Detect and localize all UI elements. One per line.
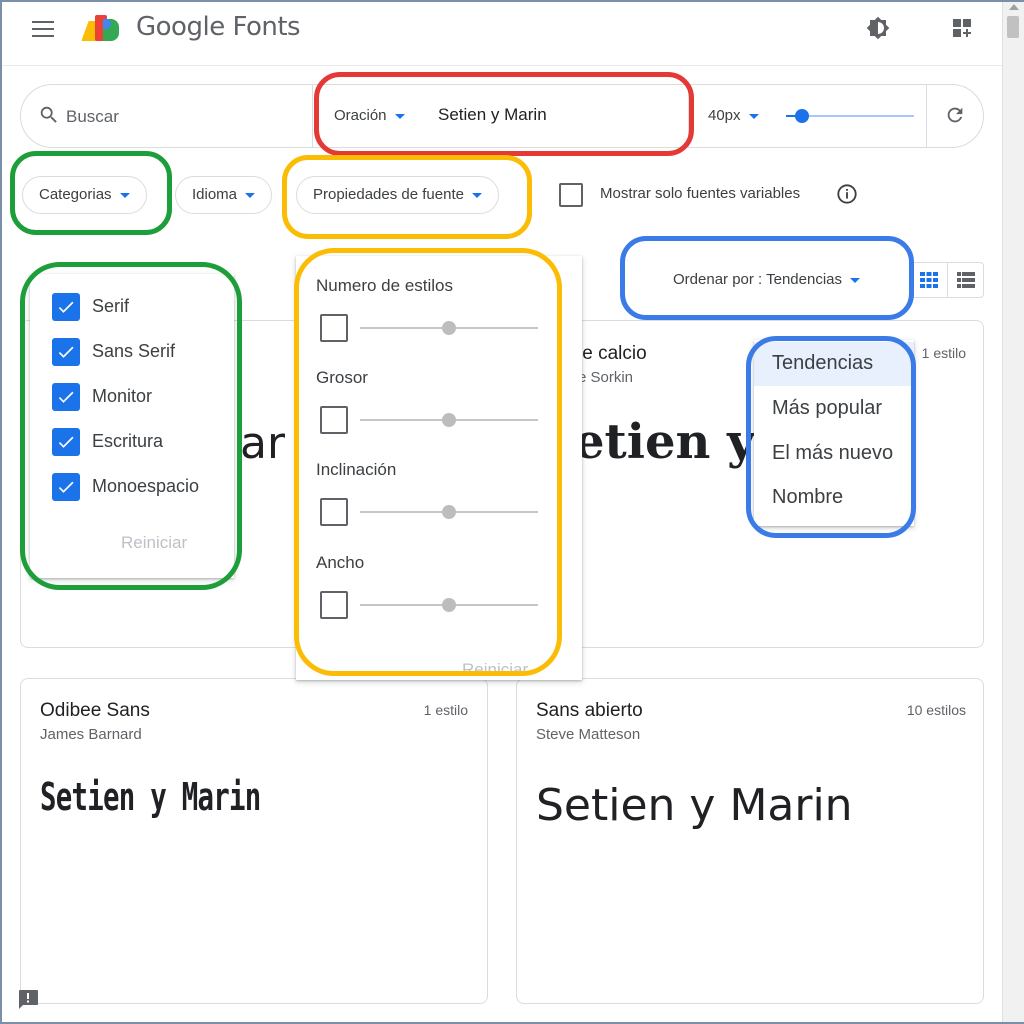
font-size-label: 40px <box>708 107 741 124</box>
category-option-monitor[interactable]: Monitor <box>52 383 232 411</box>
checkbox-checked-icon <box>52 293 80 321</box>
toolbar-divider <box>312 85 313 147</box>
font-card-preview: etien y A <box>574 414 754 470</box>
variable-fonts-checkbox[interactable] <box>559 183 583 207</box>
google-fonts-logo-icon <box>81 13 123 43</box>
font-card-author: Steve Matteson <box>536 726 641 743</box>
variable-fonts-label: Mostrar solo fuentes variables <box>600 185 801 202</box>
category-option-serif[interactable]: Serif <box>52 293 232 321</box>
chevron-down-icon <box>748 113 759 119</box>
font-card-title: le calcio <box>578 343 647 364</box>
property-checkbox-width[interactable] <box>320 591 348 619</box>
search-input[interactable] <box>66 104 296 130</box>
brand-title: Google Fonts <box>136 12 301 42</box>
property-label-weight: Grosor <box>316 368 368 387</box>
category-option-monoespacio[interactable]: Monoespacio <box>52 473 232 501</box>
grid-add-icon[interactable] <box>950 16 974 40</box>
categories-filter-label: Categorias <box>39 186 112 203</box>
list-view-icon[interactable] <box>947 263 983 297</box>
sort-option-newest[interactable]: El más nuevo <box>754 432 914 476</box>
scroll-up-arrow-icon[interactable] <box>1009 4 1019 10</box>
brightness-icon[interactable] <box>866 16 890 40</box>
font-card-preview: Setien y Marin <box>536 780 853 831</box>
info-icon[interactable] <box>836 183 858 205</box>
sort-select-label: Ordenar por : Tendencias <box>673 271 842 288</box>
scrollbar-thumb[interactable] <box>1007 16 1019 38</box>
language-filter-label: Idioma <box>192 186 238 203</box>
font-card-preview: ar <box>240 418 286 469</box>
language-filter-chip[interactable]: Idioma <box>175 176 273 214</box>
font-properties-filter-label: Propiedades de fuente <box>313 186 464 203</box>
property-checkbox-styles[interactable] <box>320 314 348 342</box>
preview-type-label: Oración <box>334 107 387 124</box>
chevron-down-icon <box>850 277 860 283</box>
font-card-style-count: 1 estilo <box>423 702 468 718</box>
vertical-scrollbar[interactable] <box>1002 0 1024 1024</box>
sort-select[interactable]: Ordenar por : Tendencias <box>673 271 860 288</box>
font-properties-filter-chip[interactable]: Propiedades de fuente <box>296 176 499 214</box>
checkbox-checked-icon <box>52 338 80 366</box>
property-slider-handle[interactable] <box>442 321 456 335</box>
checkbox-checked-icon <box>52 428 80 456</box>
chevron-down-icon <box>394 113 405 119</box>
feedback-icon[interactable] <box>16 988 40 1010</box>
toolbar-divider <box>688 85 689 147</box>
categories-reset-button[interactable]: Reiniciar <box>121 533 187 553</box>
category-option-label: Escritura <box>92 431 164 451</box>
sort-option-popular[interactable]: Más popular <box>754 387 914 431</box>
property-slider-handle[interactable] <box>442 598 456 612</box>
property-label-width: Ancho <box>316 553 365 572</box>
chevron-down-icon <box>471 192 482 198</box>
refresh-icon[interactable] <box>944 104 966 126</box>
category-option-label: Sans Serif <box>92 341 176 361</box>
property-checkbox-slant[interactable] <box>320 498 348 526</box>
font-card-author: e Sorkin <box>578 369 634 386</box>
preview-type-select[interactable]: Oración <box>334 107 405 124</box>
property-label-styles: Numero de estilos <box>316 276 454 295</box>
property-checkbox-weight[interactable] <box>320 406 348 434</box>
chevron-down-icon <box>119 192 130 198</box>
font-card-preview: Setien y Marin <box>40 775 261 819</box>
category-option-sans-serif[interactable]: Sans Serif <box>52 338 232 366</box>
chevron-down-icon <box>245 192 256 198</box>
property-slider-handle[interactable] <box>442 505 456 519</box>
category-option-label: Monitor <box>92 386 153 406</box>
property-label-slant: Inclinación <box>316 460 397 479</box>
category-option-label: Monoespacio <box>92 476 200 496</box>
property-slider-handle[interactable] <box>442 413 456 427</box>
grid-view-icon[interactable] <box>911 263 947 297</box>
properties-reset-button[interactable]: Reiniciar <box>462 660 528 680</box>
font-card-style-count: 10 estilos <box>906 702 966 718</box>
categories-filter-chip[interactable]: Categorias <box>22 176 147 214</box>
checkbox-checked-icon <box>52 473 80 501</box>
checkbox-checked-icon <box>52 383 80 411</box>
category-option-label: Serif <box>92 296 130 316</box>
category-option-escritura[interactable]: Escritura <box>52 428 232 456</box>
preview-text-input[interactable] <box>438 105 668 125</box>
font-card-author: James Barnard <box>40 726 142 743</box>
sort-option-name[interactable]: Nombre <box>754 476 914 520</box>
font-size-slider-handle[interactable] <box>795 109 809 123</box>
font-card-title: Odibee Sans <box>40 700 150 721</box>
menu-icon[interactable] <box>32 21 54 37</box>
search-icon <box>38 104 60 126</box>
font-card-title: Sans abierto <box>536 700 643 721</box>
toolbar-divider <box>926 85 927 147</box>
sort-option-trending[interactable]: Tendencias <box>754 342 914 386</box>
font-size-select[interactable]: 40px <box>708 107 759 124</box>
